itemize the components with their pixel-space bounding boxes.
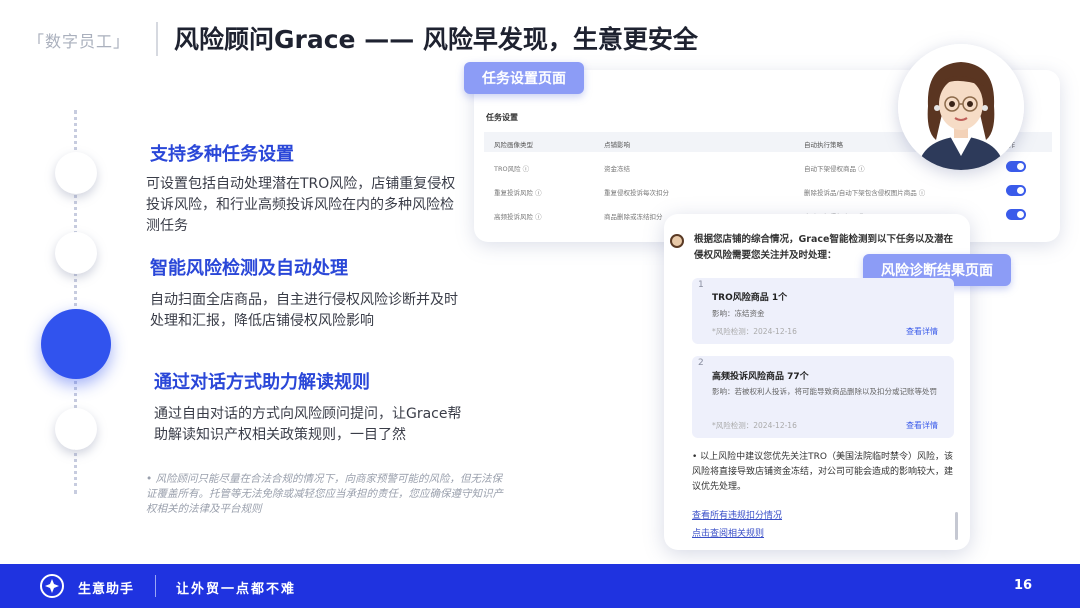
view-details-link[interactable]: 查看详情: [906, 420, 938, 431]
result-item-number: 2: [698, 358, 704, 368]
grace-avatar: [898, 44, 1024, 170]
feature-desc-1: 可设置包括自动处理潜在TRO风险，店铺重复侵权投诉风险，和行业高频投诉风险在内的…: [146, 176, 456, 234]
task-settings-heading: 任务设置: [486, 113, 518, 122]
result-item-title: 高频投诉风险商品 77个: [712, 372, 809, 382]
result-item-title: TRO风险商品 1个: [712, 293, 788, 303]
column-header-impact: 点铺影响: [604, 141, 630, 149]
task-row-type: 重复投诉风险 ⓘ: [494, 189, 542, 197]
footer-slogan: 让外贸一点都不难: [176, 582, 297, 597]
grace-avatar-illustration: [898, 44, 1024, 170]
column-header-type: 风险画像类型: [494, 141, 533, 149]
page-number: 16: [1014, 578, 1033, 593]
timeline-dot-2: [55, 232, 97, 274]
disclaimer-note: • 风险顾问只能尽量在合法合规的情况下，向商家预警可能的风险，但无法保证覆盖所有…: [146, 473, 503, 515]
page-title: 风险顾问Grace —— 风险早发现，生意更安全: [174, 25, 698, 54]
section-tag: 「数字员工」: [28, 32, 131, 51]
chat-recommendation-text: 以上风险中建议您优先关注TRO（美国法院临时禁令）风险，该风险将直接导致店铺资金…: [692, 452, 954, 492]
task-toggle-repeat[interactable]: [1006, 185, 1026, 196]
footer-brand: 生意助手: [78, 582, 135, 597]
feature-desc-2: 自动扫面全店商品，自主进行侵权风险诊断并及时处理和汇报，降低店铺侵权风险影响: [150, 292, 458, 329]
task-row-type: 高频投诉风险 ⓘ: [494, 213, 542, 221]
task-row-strategy: 自动下架侵权商品 ⓘ: [804, 165, 865, 173]
footer-divider: [155, 575, 156, 597]
task-row-type: TRO风险 ⓘ: [494, 165, 530, 173]
chat-scrollbar[interactable]: [955, 512, 958, 540]
result-item-impact: 影响：冻结资金: [712, 309, 765, 318]
chat-recommendation: • 以上风险中建议您优先关注TRO（美国法院临时禁令）风险，该风险将直接导致店铺…: [692, 450, 954, 495]
feature-title-2: 智能风险检测及自动处理: [150, 258, 348, 279]
task-row-impact: 重复侵权投诉每次扣分: [604, 189, 669, 197]
column-header-strategy: 自动执行策略: [804, 141, 843, 149]
view-details-link[interactable]: 查看详情: [906, 326, 938, 337]
footer-bar: [0, 564, 1080, 608]
timeline-dot-3: [55, 408, 97, 450]
result-item-number: 1: [698, 280, 704, 290]
all-penalties-link[interactable]: 查看所有违规扣分情况: [692, 508, 782, 521]
brand-logo-mark: [45, 579, 59, 593]
task-row-impact: 资金冻结: [604, 165, 630, 173]
feature-title-3: 通过对话方式助力解读规则: [154, 372, 370, 393]
task-page-label: 任务设置页面: [464, 62, 584, 94]
task-toggle-frequent[interactable]: [1006, 209, 1026, 220]
result-item-time: *风险检测：2024-12-16: [712, 327, 797, 336]
brand-logo-icon: [40, 574, 64, 598]
task-toggle-tro[interactable]: [1006, 161, 1026, 172]
result-item-impact: 影响：若被权利人投诉，将可能导致商品删除以及扣分或记账等处罚: [712, 387, 937, 396]
feature-desc-3: 通过自由对话的方式向风险顾问提问，让Grace帮助解读知识产权相关政策规则，一目…: [154, 406, 462, 443]
task-row-impact: 商品删除或冻结扣分: [604, 213, 663, 221]
related-rules-link[interactable]: 点击查阅相关规则: [692, 526, 764, 539]
bullet-icon: •: [692, 452, 701, 462]
task-row-strategy: 删除投诉品/自动下架包含侵权图片商品 ⓘ: [804, 189, 926, 197]
feature-title-1: 支持多种任务设置: [150, 144, 294, 165]
timeline-dot-active: [41, 309, 111, 379]
timeline-dot-1: [55, 152, 97, 194]
result-item-time: *风险检测：2024-12-16: [712, 421, 797, 430]
header-divider: [156, 22, 158, 56]
grace-mini-avatar: [670, 234, 684, 248]
